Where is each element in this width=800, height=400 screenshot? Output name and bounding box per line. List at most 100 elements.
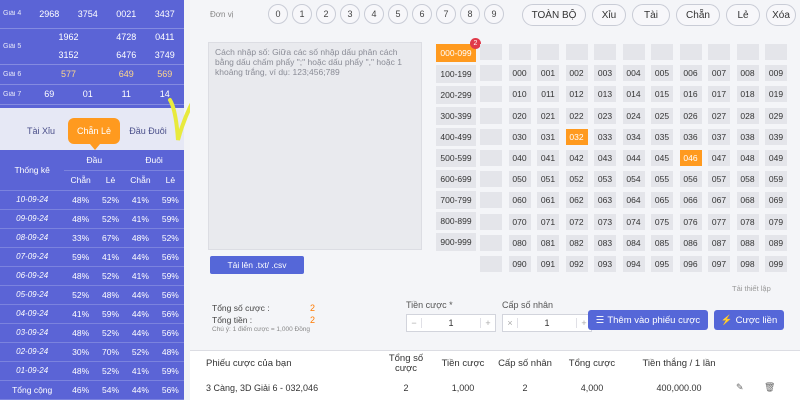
empty-cell[interactable]	[679, 44, 702, 60]
number-cell[interactable]: 042	[565, 150, 588, 166]
tab-chan-le[interactable]: Chẵn Lẻ	[68, 118, 120, 150]
number-cell[interactable]: 074	[622, 213, 645, 230]
stake-stepper[interactable]: − 1 +	[406, 314, 496, 332]
empty-cell[interactable]	[736, 44, 759, 60]
digit-chip[interactable]: 3	[340, 4, 360, 24]
number-cell[interactable]: 012	[565, 86, 588, 103]
number-cell[interactable]: 095	[651, 256, 673, 272]
number-cell[interactable]: 080	[508, 234, 531, 251]
number-cell[interactable]: 098	[736, 256, 759, 272]
number-cell[interactable]: 019	[765, 86, 787, 103]
reset-link[interactable]: Tải thiết lập	[732, 284, 771, 293]
number-cell[interactable]: 013	[594, 86, 616, 103]
number-cell[interactable]: 007	[708, 65, 730, 82]
number-cell[interactable]: 050	[508, 171, 531, 188]
number-cell[interactable]: 049	[765, 150, 787, 166]
number-cell[interactable]: 088	[736, 234, 759, 251]
empty-cell[interactable]	[480, 128, 502, 145]
number-cell[interactable]: 078	[736, 213, 759, 230]
empty-cell[interactable]	[537, 44, 559, 60]
number-cell[interactable]: 082	[565, 234, 588, 251]
number-cell[interactable]: 033	[594, 128, 616, 145]
number-cell[interactable]: 057	[708, 171, 730, 188]
empty-cell[interactable]	[480, 171, 502, 188]
numbers-input[interactable]: Cách nhập số: Giữa các số nhập dấu phân …	[208, 42, 422, 250]
number-cell[interactable]: 060	[508, 192, 531, 209]
number-cell[interactable]: 046	[679, 150, 702, 166]
number-cell[interactable]: 001	[537, 65, 559, 82]
number-cell[interactable]: 059	[765, 171, 787, 188]
number-cell[interactable]: 051	[537, 171, 559, 188]
range-tab[interactable]: 000-099	[436, 44, 476, 62]
number-cell[interactable]: 063	[594, 192, 616, 209]
number-cell[interactable]: 039	[765, 128, 787, 145]
number-cell[interactable]: 021	[537, 107, 559, 124]
number-cell[interactable]: 081	[537, 234, 559, 251]
digit-chip[interactable]: 6	[412, 4, 432, 24]
number-cell[interactable]: 038	[736, 128, 759, 145]
range-tab[interactable]: 400-499	[436, 128, 476, 146]
number-cell[interactable]: 022	[565, 107, 588, 124]
number-cell[interactable]: 053	[594, 171, 616, 188]
range-tab[interactable]: 800-899	[436, 212, 476, 230]
digit-chip[interactable]: 5	[388, 4, 408, 24]
number-cell[interactable]: 073	[594, 213, 616, 230]
range-tab[interactable]: 600-699	[436, 170, 476, 188]
number-cell[interactable]: 037	[708, 128, 730, 145]
empty-cell[interactable]	[480, 213, 502, 230]
number-cell[interactable]: 040	[508, 150, 531, 166]
number-cell[interactable]: 075	[651, 213, 673, 230]
stake-value[interactable]: 1	[421, 318, 481, 328]
filter-2-button[interactable]: Tài	[632, 4, 670, 26]
number-cell[interactable]: 036	[679, 128, 702, 145]
digit-chip[interactable]: 2	[316, 4, 336, 24]
number-cell[interactable]: 008	[736, 65, 759, 82]
empty-cell[interactable]	[480, 234, 502, 251]
number-cell[interactable]: 043	[594, 150, 616, 166]
number-cell[interactable]: 015	[651, 86, 673, 103]
filter-4-button[interactable]: Lẻ	[726, 4, 760, 26]
number-cell[interactable]: 017	[708, 86, 730, 103]
number-cell[interactable]: 096	[679, 256, 702, 272]
plus-icon[interactable]: +	[481, 318, 495, 328]
empty-cell[interactable]	[622, 44, 645, 60]
number-cell[interactable]: 084	[622, 234, 645, 251]
tab-tai-xiu[interactable]: Tài Xỉu	[18, 118, 64, 144]
number-cell[interactable]: 024	[622, 107, 645, 124]
number-cell[interactable]: 058	[736, 171, 759, 188]
digit-chip[interactable]: 4	[364, 4, 384, 24]
empty-cell[interactable]	[565, 44, 588, 60]
filter-1-button[interactable]: Xỉu	[592, 4, 626, 26]
empty-cell[interactable]	[480, 150, 502, 166]
number-cell[interactable]: 094	[622, 256, 645, 272]
bet-now-button[interactable]: ⚡ Cược liền	[714, 310, 784, 330]
number-cell[interactable]: 054	[622, 171, 645, 188]
number-cell[interactable]: 072	[565, 213, 588, 230]
digit-chip[interactable]: 7	[436, 4, 456, 24]
number-cell[interactable]: 009	[765, 65, 787, 82]
number-cell[interactable]: 092	[565, 256, 588, 272]
number-cell[interactable]: 055	[651, 171, 673, 188]
number-cell[interactable]: 028	[736, 107, 759, 124]
number-cell[interactable]: 026	[679, 107, 702, 124]
range-tab[interactable]: 500-599	[436, 149, 476, 167]
number-cell[interactable]: 029	[765, 107, 787, 124]
number-cell[interactable]: 010	[508, 86, 531, 103]
number-cell[interactable]: 076	[679, 213, 702, 230]
empty-cell[interactable]	[765, 44, 787, 60]
number-cell[interactable]: 048	[736, 150, 759, 166]
number-cell[interactable]: 027	[708, 107, 730, 124]
number-cell[interactable]: 091	[537, 256, 559, 272]
close-icon[interactable]: ×	[503, 318, 517, 328]
multiplier-value[interactable]: 1	[517, 318, 577, 328]
digit-chip[interactable]: 9	[484, 4, 504, 24]
number-cell[interactable]: 071	[537, 213, 559, 230]
filter-5-button[interactable]: Xóa	[766, 4, 796, 26]
number-cell[interactable]: 093	[594, 256, 616, 272]
number-cell[interactable]: 032	[565, 128, 588, 145]
empty-cell[interactable]	[480, 192, 502, 209]
number-cell[interactable]: 056	[679, 171, 702, 188]
filter-0-button[interactable]: TOÀN BỘ	[522, 4, 586, 26]
range-tab[interactable]: 900-999	[436, 233, 476, 251]
empty-cell[interactable]	[480, 86, 502, 103]
